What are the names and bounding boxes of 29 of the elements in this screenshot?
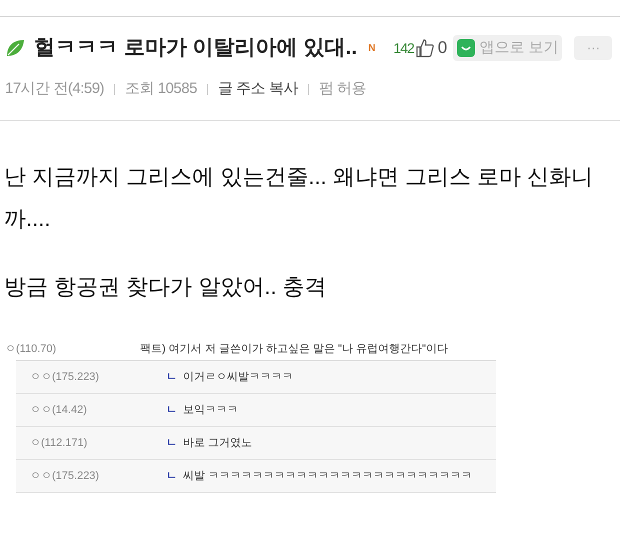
reply-author: ㅇㅇ(175.223) [29, 370, 100, 385]
vote-count: 0 [438, 37, 448, 60]
reply-text: 이거ㄹㅇ씨발ㅋㅋㅋㅋ [183, 370, 293, 385]
more-button[interactable]: ··· [574, 36, 612, 60]
post-meta: 펌 허용 [318, 78, 366, 99]
thumbs-up-icon[interactable] [416, 38, 434, 58]
reply-text: 보익ㅋㅋㅋ [183, 402, 238, 418]
reply-text: 바로 그거였노 [183, 436, 252, 451]
reply-marker: ㄴ [166, 436, 177, 451]
body-paragraph: 방금 항공권 찾다가 알았어.. 충격 [4, 273, 328, 301]
reply-author: ㅇ(112.171) [29, 436, 88, 451]
post-title: 헐ㅋㅋㅋ 로마가 이탈리아에 있대.. [34, 35, 358, 62]
app-view-button[interactable]: 앱으로 보기 [453, 35, 562, 61]
post-meta: 17시간 전(4:59) [5, 78, 104, 99]
smile-icon [457, 39, 476, 57]
reply-marker: ㄴ [166, 402, 177, 418]
reply-marker: ㄴ [166, 370, 177, 385]
leaf-icon [5, 38, 25, 58]
reply-text: 씨발 ㅋㅋㅋㅋㅋㅋㅋㅋㅋㅋㅋㅋㅋㅋㅋㅋㅋㅋㅋㅋㅋㅋㅋㅋ [183, 468, 472, 484]
reply-author: ㅇㅇ(14.42) [29, 402, 88, 418]
reply-author: ㅇㅇ(175.223) [29, 468, 100, 484]
reply-marker: ㄴ [166, 468, 177, 484]
comment-text: 팩트) 여기서 저 글쓴이가 하고싶은 말은 "나 유럽여행간다"이다 [140, 342, 448, 357]
body-paragraph: 난 지금까지 그리스에 있는건줄... 왜냐면 그리스 로마 신화니까.... [4, 163, 594, 233]
new-label: N [368, 42, 376, 56]
comment-author: ㅇ(110.70) [4, 342, 58, 357]
like-count: 142 [393, 38, 414, 58]
post-meta: 조회 10585 [125, 78, 197, 99]
copy-link[interactable]: 글 주소 복사 [218, 78, 298, 100]
